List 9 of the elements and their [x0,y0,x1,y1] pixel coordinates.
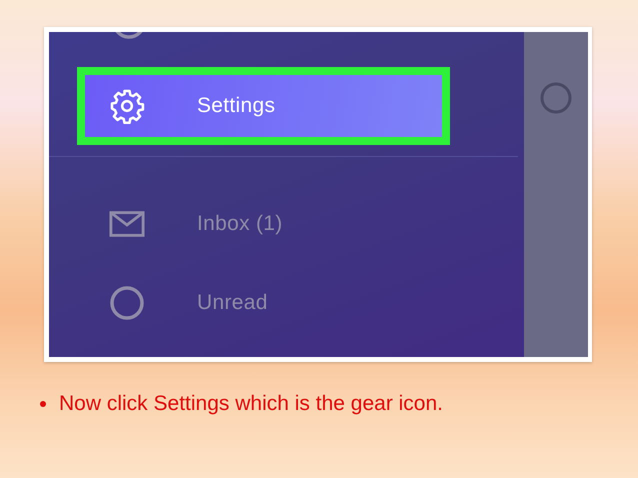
menu-item[interactable]: Inbox (1) [77,185,450,263]
bullet-icon [40,401,46,407]
envelope-icon [109,210,145,238]
menu-item[interactable]: Settings [77,67,450,145]
caption-text: Now click Settings which is the gear icon. [59,392,443,416]
circle-icon [109,285,145,321]
menu-item[interactable]: Unread [77,264,450,342]
gear-icon [109,88,145,124]
radio-button[interactable] [540,82,572,114]
